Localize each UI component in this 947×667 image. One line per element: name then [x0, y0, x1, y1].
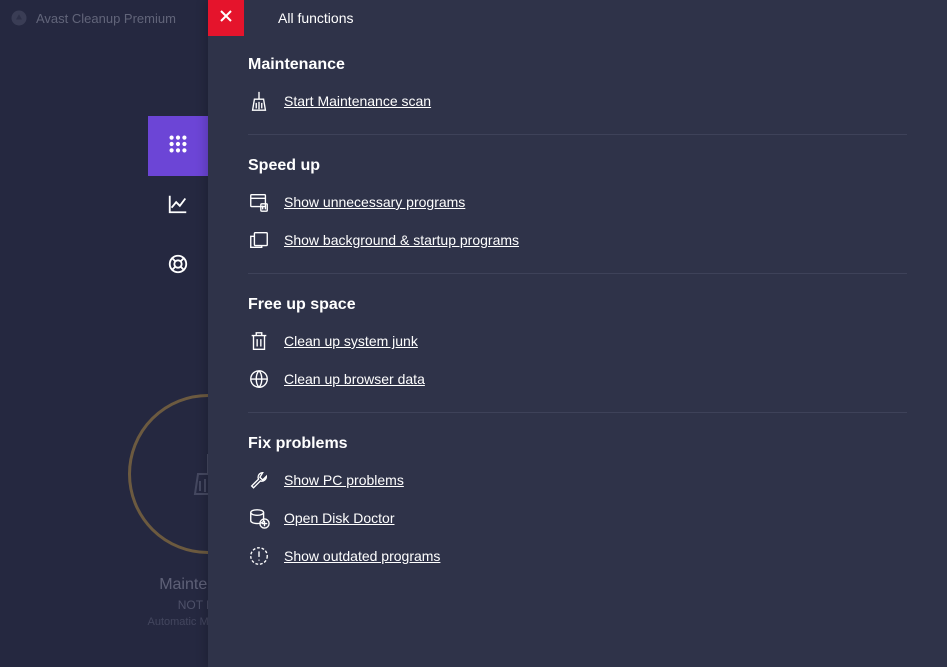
link-label: Show outdated programs [284, 548, 440, 564]
link-open-disk-doctor[interactable]: Open Disk Doctor [248, 507, 907, 529]
section-title: Fix problems [248, 435, 907, 453]
link-label: Show PC problems [284, 472, 404, 488]
section-speed-up: Speed up Show unnecessary programs Show … [248, 157, 907, 274]
link-label: Clean up browser data [284, 371, 425, 387]
sidebar-item-stats[interactable] [148, 176, 208, 236]
app-title: Avast Cleanup Premium [36, 11, 176, 26]
link-label: Clean up system junk [284, 333, 418, 349]
window-trash-icon [248, 191, 270, 213]
close-icon [219, 9, 233, 28]
link-label: Show unnecessary programs [284, 194, 465, 210]
broom-icon [248, 90, 270, 112]
section-maintenance: Maintenance Start Maintenance scan [248, 56, 907, 135]
close-button[interactable] [208, 0, 244, 36]
sidebar-item-all-functions[interactable] [148, 116, 208, 176]
wrench-icon [248, 469, 270, 491]
link-show-background-startup-programs[interactable]: Show background & startup programs [248, 229, 907, 251]
disk-doctor-icon [248, 507, 270, 529]
grid-icon [167, 133, 189, 160]
link-show-outdated-programs[interactable]: Show outdated programs [248, 545, 907, 567]
sidebar-item-help[interactable] [148, 236, 208, 296]
chart-line-icon [167, 193, 189, 220]
section-free-up-space: Free up space Clean up system junk Clean… [248, 296, 907, 413]
link-label: Open Disk Doctor [284, 510, 394, 526]
sidebar [148, 36, 208, 667]
link-show-unnecessary-programs[interactable]: Show unnecessary programs [248, 191, 907, 213]
app-logo-icon [10, 9, 28, 27]
link-start-maintenance-scan[interactable]: Start Maintenance scan [248, 90, 907, 112]
link-label: Show background & startup programs [284, 232, 519, 248]
link-clean-up-browser-data[interactable]: Clean up browser data [248, 368, 907, 390]
panel-body: Maintenance Start Maintenance scan Speed… [208, 36, 947, 589]
link-show-pc-problems[interactable]: Show PC problems [248, 469, 907, 491]
clock-alert-icon [248, 545, 270, 567]
trash-icon [248, 330, 270, 352]
section-title: Free up space [248, 296, 907, 314]
link-clean-up-system-junk[interactable]: Clean up system junk [248, 330, 907, 352]
globe-icon [248, 368, 270, 390]
link-label: Start Maintenance scan [284, 93, 431, 109]
panel-header: All functions [208, 0, 947, 36]
panel-title: All functions [278, 10, 353, 26]
section-title: Speed up [248, 157, 907, 175]
all-functions-panel: All functions Maintenance Start Maintena… [208, 0, 947, 667]
lifebuoy-icon [167, 253, 189, 280]
windows-stack-icon [248, 229, 270, 251]
section-title: Maintenance [248, 56, 907, 74]
section-fix-problems: Fix problems Show PC problems Open Disk … [248, 435, 907, 589]
